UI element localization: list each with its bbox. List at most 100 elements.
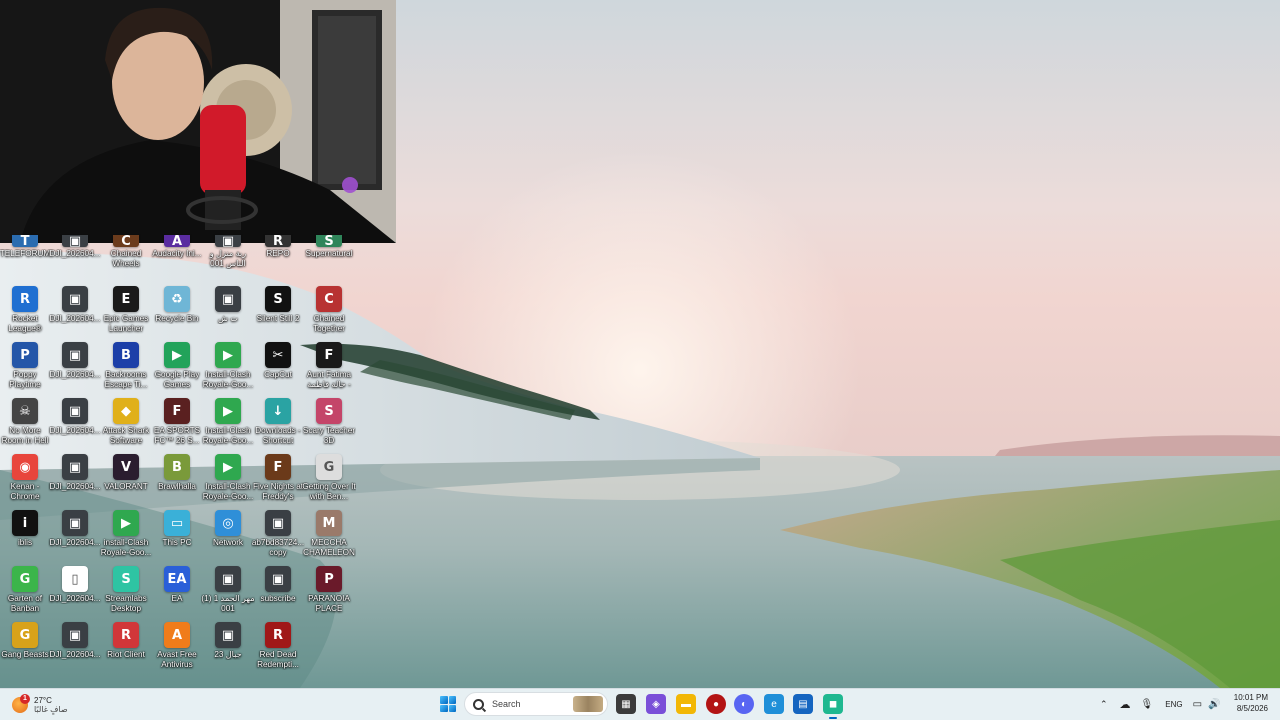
desktop-icon-label: Gang Beasts xyxy=(1,650,49,659)
desktop-icon[interactable]: V VALORANT xyxy=(101,452,151,508)
desktop-icon[interactable]: ▣ DJI_202604... xyxy=(50,284,100,340)
taskbar-app-folder[interactable]: ▬ xyxy=(676,694,696,714)
taskbar-search[interactable]: Search xyxy=(464,692,608,716)
desktop-icon[interactable]: G Getting Over It with Ben... xyxy=(302,452,356,508)
desktop-icon[interactable]: R Rocket League® xyxy=(0,284,50,340)
chevron-up-icon[interactable]: ⌃ xyxy=(1100,699,1108,710)
desktop-icon[interactable]: ▣ ت ش xyxy=(203,284,253,340)
desktop-icon[interactable]: S Streamlabs Desktop xyxy=(101,564,151,620)
desktop-icon[interactable]: F Aunt Fatima خالة فاطمة - xyxy=(304,340,354,396)
app-icon: P xyxy=(316,566,342,592)
language-indicator[interactable]: ENG xyxy=(1165,700,1182,709)
taskbar-clock[interactable]: 10:01 PM 8/5/2026 xyxy=(1234,692,1268,714)
desktop-icon[interactable]: ▣ DJI_202604... xyxy=(49,234,101,291)
desktop-icon-label: Brawlhalla xyxy=(158,482,196,491)
desktop-icon[interactable]: ▣ DJI_202604... xyxy=(50,340,100,396)
desktop-icon-label: No More Room in Hell xyxy=(1,426,49,445)
desktop-icon-label: Red Dead Redempti... xyxy=(257,650,299,669)
desktop-icon[interactable]: ▣ DJI_202604... xyxy=(50,396,100,452)
app-icon: A xyxy=(164,234,190,249)
taskbar-app-colorful-app[interactable]: ◈ xyxy=(646,694,666,714)
desktop-icon[interactable]: P Poppy Playtime xyxy=(0,340,50,396)
desktop-icon[interactable]: ▣ DJI_202604... xyxy=(50,508,100,564)
desktop-icon[interactable]: ▣ ab7bd83724... copy xyxy=(252,508,304,564)
desktop-icon[interactable]: F EA SPORTS FC™ 26 S... xyxy=(152,396,202,452)
app-icon: ▣ xyxy=(215,622,241,648)
desktop-icon-label: Downloads - Shortcut xyxy=(255,426,301,445)
desktop-icon[interactable]: ↓ Downloads - Shortcut xyxy=(253,396,303,452)
desktop-icon[interactable]: ▶ install-Clash Royale-Goo... xyxy=(101,508,151,564)
desktop-icon[interactable]: ♻ Recycle Bin xyxy=(152,284,202,340)
desktop-icon[interactable]: B Backrooms Escape Ti... xyxy=(101,340,151,396)
desktop-icon[interactable]: C Chained Wheels xyxy=(101,234,151,291)
desktop-icon-label: Kenan - Chrome xyxy=(10,482,40,501)
desktop-icon[interactable]: EA EA xyxy=(152,564,202,620)
desktop-icon[interactable]: C Chained Together xyxy=(304,284,354,340)
app-icon: ▣ xyxy=(265,566,291,592)
desktop-icon-label: Backrooms Escape Ti... xyxy=(104,370,148,389)
desktop-icon[interactable]: ◉ Kenan - Chrome xyxy=(0,452,50,508)
desktop-icon[interactable]: ▣ DJI_202604... xyxy=(50,620,100,676)
desktop-icon-label: ت ش xyxy=(218,314,238,323)
notification-badge: 1 xyxy=(20,694,30,704)
desktop-icon[interactable]: S Supernatural xyxy=(304,234,354,291)
speaker-icon[interactable]: 🔊 xyxy=(1208,699,1220,710)
desktop-icon[interactable]: ▯ DJI_202604... xyxy=(50,564,100,620)
taskbar-app-discord[interactable]: ◐ xyxy=(734,694,754,714)
desktop-icon[interactable]: ▶ Install-Clash Royale-Goo... xyxy=(203,452,253,508)
desktop-icon[interactable]: M MECCHA CHAMELEON xyxy=(303,508,355,564)
app-icon: R xyxy=(265,622,291,648)
desktop-icon[interactable]: ▶ Install-Clash Royale-Goo... xyxy=(203,340,253,396)
start-button[interactable] xyxy=(440,696,456,712)
app-icon: ▣ xyxy=(62,342,88,368)
desktop-icon[interactable]: S Silent Still 2 xyxy=(253,284,303,340)
taskbar-app-store[interactable]: ▤ xyxy=(793,694,813,714)
desktop-icon[interactable]: A Audacity Ini... xyxy=(152,234,202,291)
desktop-icon[interactable]: G Garten of Banban xyxy=(0,564,50,620)
weather-widget[interactable]: 1 27°C صافٍ غالبًا xyxy=(12,693,92,717)
desktop-icon[interactable]: A Avast Free Antivirus xyxy=(152,620,202,676)
desktop-icon[interactable]: E Epic Games Launcher xyxy=(101,284,151,340)
search-placeholder: Search xyxy=(492,699,521,709)
desktop-icon[interactable]: T TELEFORUM xyxy=(0,234,50,291)
clock-date: 8/5/2026 xyxy=(1236,704,1268,713)
monitor-icon[interactable]: ▭ xyxy=(1193,699,1202,710)
desktop-icon-label: MECCHA CHAMELEON xyxy=(303,538,355,557)
desktop-icon[interactable]: ▣ مهر الحمد 1 (1) 001 xyxy=(201,564,255,620)
desktop-icon[interactable]: B Brawlhalla xyxy=(152,452,202,508)
desktop-icon[interactable]: ▣ subscribe xyxy=(253,564,303,620)
app-icon: R xyxy=(113,622,139,648)
taskbar-app-file-manager[interactable]: ▦ xyxy=(616,694,636,714)
desktop-icon[interactable]: ◎ Network xyxy=(203,508,253,564)
desktop-icon[interactable]: ▣ جبال 23 xyxy=(203,620,253,676)
taskbar-app-streamlabs[interactable]: ◼ xyxy=(823,694,843,719)
taskbar-app-red-app[interactable]: ● xyxy=(706,694,726,714)
desktop-icon[interactable]: ▣ ربة منزل و الناس 001 xyxy=(203,234,253,291)
desktop-icon[interactable]: R Red Dead Redempti... xyxy=(253,620,303,676)
desktop-icon[interactable]: ✂ CapCut xyxy=(253,340,303,396)
app-icon: B xyxy=(164,454,190,480)
desktop-icon[interactable]: R REPO xyxy=(253,234,303,291)
microphone-icon[interactable]: 🎙 xyxy=(1141,699,1154,710)
app-icon: R xyxy=(265,234,291,249)
app-icon: i xyxy=(12,510,38,536)
desktop-icon[interactable]: G Gang Beasts xyxy=(0,620,50,676)
desktop-icon[interactable]: ◆ Attack Shark Software xyxy=(101,396,151,452)
desktop-icon[interactable]: ☠ No More Room in Hell xyxy=(0,396,50,452)
desktop-icon[interactable]: ▶ Google Play Games xyxy=(152,340,202,396)
desktop-icon[interactable]: P PARANOIA PLACE xyxy=(304,564,354,620)
desktop-icon[interactable]: ▭ This PC xyxy=(152,508,202,564)
desktop-icon[interactable]: ▣ DJI_202604... xyxy=(50,452,100,508)
desktop-icon-label: Chained Together xyxy=(313,314,345,333)
desktop-icon[interactable]: R Riot Client xyxy=(101,620,151,676)
desktop-icon[interactable]: S Scary Teacher 3D xyxy=(303,396,355,452)
desktop-icon[interactable]: ▶ Install-Clash Royale-Goo... xyxy=(203,396,253,452)
desktop-icon-label: DJI_202604... xyxy=(49,370,101,379)
desktop-icon[interactable]: i iblis xyxy=(0,508,50,564)
webcam-overlay xyxy=(0,0,396,243)
desktop-icon-label: DJI_202604... xyxy=(49,249,101,258)
desktop-icon-label: مهر الحمد 1 (1) 001 xyxy=(201,594,255,613)
taskbar-app-edge[interactable]: e xyxy=(764,694,784,714)
desktop-icon[interactable]: F Five Nights at Freddy's xyxy=(253,452,303,508)
cloud-icon[interactable]: ☁ xyxy=(1120,698,1131,711)
